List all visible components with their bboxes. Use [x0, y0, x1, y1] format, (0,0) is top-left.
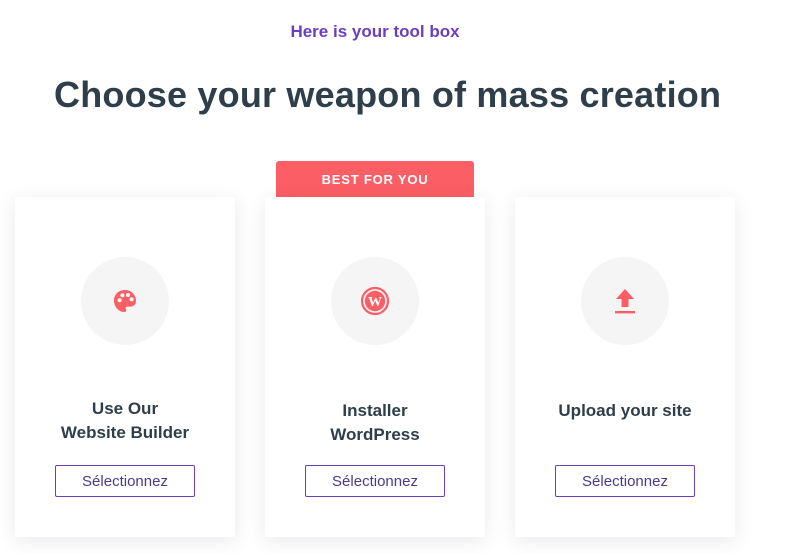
card-title: Installer WordPress: [265, 399, 485, 447]
wordpress-icon: W: [360, 286, 390, 316]
select-website-builder-button[interactable]: Sélectionnez: [55, 465, 195, 497]
icon-circle: W: [331, 257, 419, 345]
icon-circle: [81, 257, 169, 345]
palette-icon: [114, 290, 136, 312]
page: Here is your tool box Choose your weapon…: [0, 0, 789, 554]
card-title: Use Our Website Builder: [15, 397, 235, 445]
card-title-line: Upload your site: [558, 401, 692, 420]
option-card-upload: Upload your site Sélectionnez: [515, 197, 735, 537]
select-wordpress-button[interactable]: Sélectionnez: [305, 465, 445, 497]
best-for-you-badge: BEST FOR YOU: [276, 161, 474, 197]
kicker-text: Here is your tool box: [290, 22, 460, 41]
upload-icon: [615, 289, 635, 314]
card-title-line: Website Builder: [60, 423, 190, 442]
svg-text:W: W: [368, 295, 382, 310]
card-title-line: Use Our: [91, 399, 159, 418]
page-title: Choose your weapon of mass creation: [54, 74, 722, 115]
option-card-website-builder: Use Our Website Builder Sélectionnez: [15, 197, 235, 537]
card-title: Upload your site: [515, 399, 735, 423]
option-card-wordpress: W Installer WordPress Sélectionnez: [265, 197, 485, 537]
icon-circle: [581, 257, 669, 345]
card-title-line: WordPress: [330, 425, 420, 444]
card-title-line: Installer: [342, 401, 408, 420]
select-upload-button[interactable]: Sélectionnez: [555, 465, 695, 497]
